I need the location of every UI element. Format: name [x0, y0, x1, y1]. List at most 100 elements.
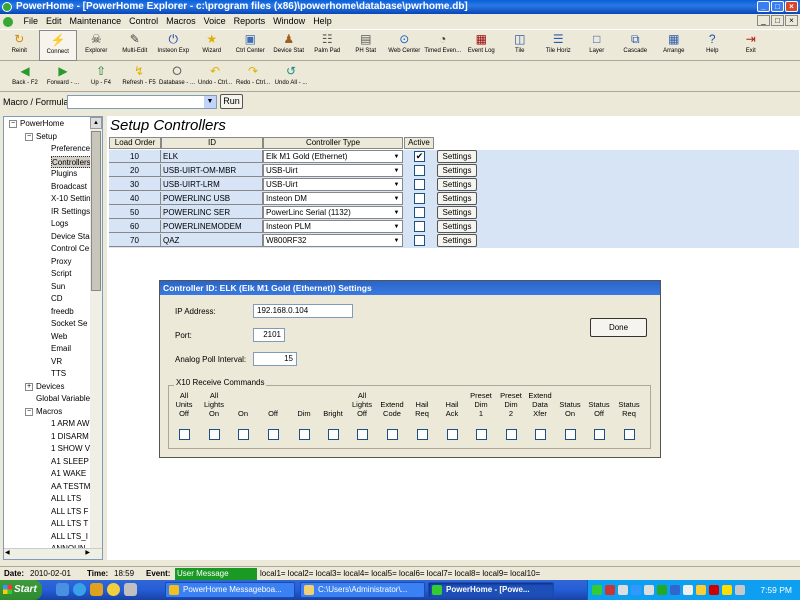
active-checkbox[interactable] [414, 221, 425, 232]
controller-type-select[interactable]: USB-Uirt ▼ [263, 178, 403, 191]
x10-command-checkbox[interactable] [535, 429, 546, 440]
tree-item[interactable]: Broadcast [51, 181, 87, 193]
scroll-up-icon[interactable]: ▲ [90, 117, 102, 129]
tree-item[interactable]: X-10 Settin [51, 193, 91, 205]
load-order-cell[interactable]: 10 [109, 150, 161, 163]
chevron-down-icon[interactable]: ▼ [392, 194, 401, 204]
tree-item[interactable]: Socket Se [51, 318, 87, 330]
tree-expander-icon[interactable]: − [25, 407, 33, 416]
clock[interactable]: 7:59 PM [760, 580, 792, 600]
x10-command-checkbox[interactable] [268, 429, 279, 440]
tile-horiz-button[interactable]: ☰ Tile Horiz [539, 30, 578, 61]
child-close-button[interactable]: × [785, 15, 798, 26]
controller-type-select[interactable]: Insteon PLM ▼ [263, 220, 403, 233]
menu-help[interactable]: Help [309, 16, 336, 26]
undo-all-button[interactable]: ↺ Undo All - ... [272, 62, 310, 90]
menu-maintenance[interactable]: Maintenance [66, 16, 126, 26]
security-tray-icon[interactable] [696, 585, 706, 595]
x10-command-checkbox[interactable] [179, 429, 190, 440]
x10-command-checkbox[interactable] [417, 429, 428, 440]
active-checkbox[interactable] [414, 193, 425, 204]
scroll-right-icon[interactable]: ▶ [85, 549, 90, 556]
menu-reports[interactable]: Reports [230, 16, 270, 26]
tree-item[interactable]: Email [51, 343, 71, 355]
active-checkbox[interactable] [414, 179, 425, 190]
undo-ctrl-button[interactable]: ↶ Undo - Ctrl... [196, 62, 234, 90]
settings-button[interactable]: Settings [437, 206, 477, 219]
speaker-tray-icon[interactable] [683, 585, 693, 595]
update-tray-icon[interactable] [657, 585, 667, 595]
reinit-button[interactable]: ↻ Reinit [0, 30, 39, 61]
connect-button[interactable]: ⚡ Connect [38, 30, 77, 61]
cascade-button[interactable]: ⧉ Cascade [616, 30, 655, 61]
tree-item[interactable]: ALL LTS F [51, 506, 88, 518]
ip-address-input[interactable]: 192.168.0.104 [253, 304, 353, 318]
network-tray-icon[interactable] [618, 585, 628, 595]
controller-type-select[interactable]: PowerLinc Serial (1132) ▼ [263, 206, 403, 219]
column-header-id[interactable]: ID [161, 137, 263, 149]
scroll-left-icon[interactable]: ◀ [5, 549, 10, 556]
tree-item[interactable]: TTS [51, 368, 66, 380]
media-player-icon[interactable] [124, 583, 137, 596]
tree-item[interactable]: Global Variable [36, 393, 90, 405]
tree-item[interactable]: Sun [51, 281, 65, 293]
tree-expander-icon[interactable]: + [25, 382, 33, 391]
tree-horizontal-scrollbar[interactable]: ◀ ▶ [4, 548, 102, 559]
x10-command-checkbox[interactable] [209, 429, 220, 440]
start-button[interactable]: Start [0, 580, 42, 600]
refresh-f5-button[interactable]: ↯ Refresh - F5 [120, 62, 158, 90]
child-restore-button[interactable]: □ [771, 15, 784, 26]
x10-command-checkbox[interactable] [357, 429, 368, 440]
tree-item[interactable]: Setup [36, 131, 57, 143]
x10-command-checkbox[interactable] [387, 429, 398, 440]
child-minimize-button[interactable]: _ [757, 15, 770, 26]
load-order-cell[interactable]: 60 [109, 220, 161, 233]
close-button[interactable]: × [785, 1, 798, 12]
tree-item[interactable]: ALL LTS_I [51, 531, 88, 543]
x10-command-checkbox[interactable] [299, 429, 310, 440]
volume-tray-icon[interactable] [644, 585, 654, 595]
chevron-down-icon[interactable]: ▼ [392, 152, 401, 162]
antivirus-tray-icon[interactable] [605, 585, 615, 595]
x10-command-checkbox[interactable] [565, 429, 576, 440]
x10-command-checkbox[interactable] [476, 429, 487, 440]
wizard-button[interactable]: ★ Wizard [193, 30, 232, 61]
back-f2-button[interactable]: ◀ Back - F2 [6, 62, 44, 90]
tree-item[interactable]: Logs [51, 218, 68, 230]
maximize-button[interactable]: □ [771, 1, 784, 12]
tree-item[interactable]: 1 DISARM [51, 431, 89, 443]
layer-button[interactable]: □ Layer [578, 30, 617, 61]
tree-item[interactable]: Macros [36, 406, 62, 418]
tree-item[interactable]: 1 ARM AW [51, 418, 89, 430]
tree-item[interactable]: 1 SHOW V [51, 443, 90, 455]
explorer-button[interactable]: ☠ Explorer [77, 30, 116, 61]
active-checkbox[interactable] [414, 207, 425, 218]
settings-button[interactable]: Settings [437, 192, 477, 205]
settings-button[interactable]: Settings [437, 220, 477, 233]
tree-item[interactable]: CD [51, 293, 63, 305]
tree-item[interactable]: Script [51, 268, 71, 280]
controller-type-select[interactable]: Insteon DM ▼ [263, 192, 403, 205]
chevron-down-icon[interactable]: ▼ [392, 166, 401, 176]
controller-type-select[interactable]: W800RF32 ▼ [263, 234, 403, 247]
tree-item[interactable]: Device Sta [51, 231, 90, 243]
menu-macros[interactable]: Macros [162, 16, 200, 26]
settings-button[interactable]: Settings [437, 234, 477, 247]
up-f4-button[interactable]: ⇧ Up - F4 [82, 62, 120, 90]
show-desktop-icon[interactable] [56, 583, 69, 596]
tree-item[interactable]: Plugins [51, 168, 77, 180]
redo-ctrl-button[interactable]: ↷ Redo - Ctrl... [234, 62, 272, 90]
id-cell[interactable]: USB-UIRT-LRM [161, 178, 263, 191]
tree-item[interactable]: Control Ce [51, 243, 89, 255]
poll-interval-input[interactable]: 15 [253, 352, 297, 366]
shield-tray-icon[interactable] [670, 585, 680, 595]
id-cell[interactable]: ELK [161, 150, 263, 163]
tree-item[interactable]: Preference [51, 143, 90, 155]
load-order-cell[interactable]: 70 [109, 234, 161, 247]
menu-edit[interactable]: Edit [42, 16, 66, 26]
run-button[interactable]: Run [220, 94, 243, 109]
arrange-button[interactable]: ▦ Arrange [655, 30, 694, 61]
column-header-load-order[interactable]: Load Order [109, 137, 161, 149]
tree-item[interactable]: IR Settings [51, 206, 90, 218]
tree-item[interactable]: PowerHome [20, 118, 64, 130]
